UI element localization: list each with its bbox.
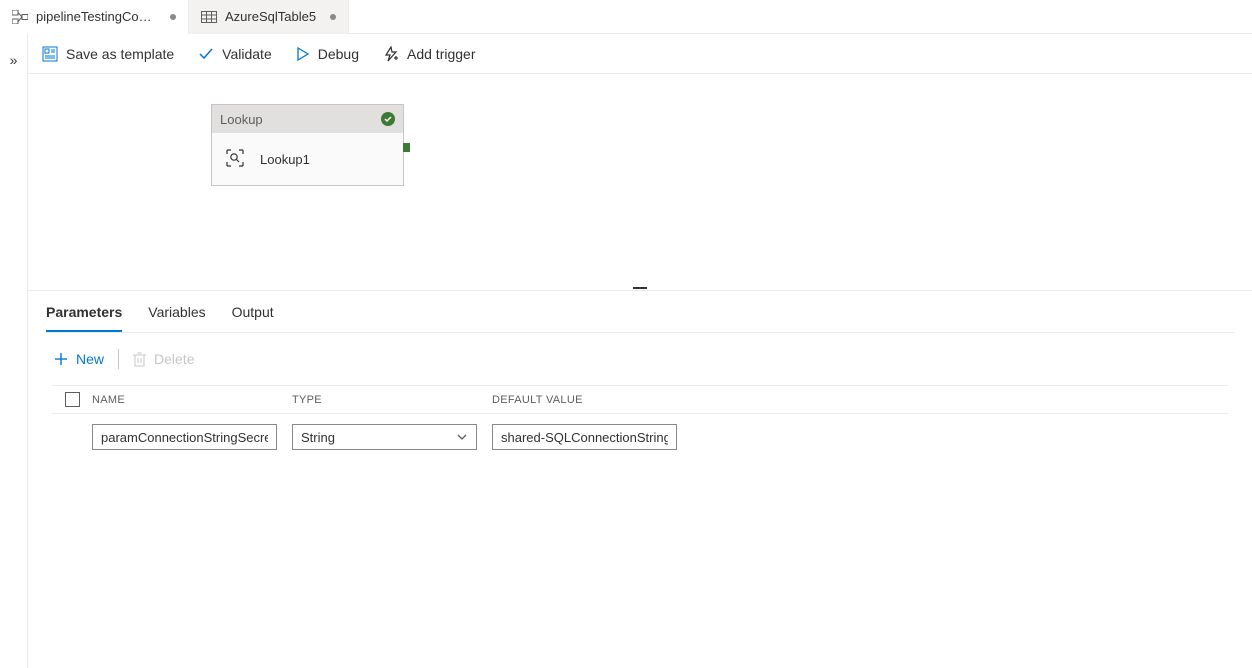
plus-icon <box>54 352 68 366</box>
lower-tabs: Parameters Variables Output <box>46 294 1234 333</box>
tab-output[interactable]: Output <box>232 304 274 332</box>
template-icon <box>42 46 58 62</box>
table-row: String <box>52 414 1228 460</box>
side-panel-toggle: » <box>0 34 28 668</box>
play-icon <box>296 46 310 62</box>
button-label: Validate <box>222 46 272 62</box>
editor-tabs: pipelineTestingCom… AzureSqlTable5 <box>0 0 1252 34</box>
tab-dataset[interactable]: AzureSqlTable5 <box>189 0 349 34</box>
validate-button[interactable]: Validate <box>198 46 272 62</box>
activity-header: Lookup <box>212 105 403 133</box>
col-header-type: TYPE <box>292 394 492 406</box>
trash-icon <box>133 352 146 367</box>
lower-panel: Parameters Variables Output New Delete <box>28 294 1252 668</box>
tab-variables[interactable]: Variables <box>148 304 205 332</box>
activity-body: Lookup1 <box>212 133 403 185</box>
expand-panel-icon[interactable]: » <box>10 52 18 68</box>
parameters-actions: New Delete <box>46 333 1234 385</box>
save-as-template-button[interactable]: Save as template <box>42 46 174 62</box>
col-header-name: NAME <box>92 394 292 406</box>
tab-title: AzureSqlTable5 <box>225 9 316 24</box>
table-icon <box>201 11 217 23</box>
select-all-checkbox[interactable] <box>65 392 80 407</box>
status-ok-icon <box>381 112 395 126</box>
pipeline-icon <box>12 10 28 24</box>
button-label: Save as template <box>66 46 174 62</box>
pipeline-canvas[interactable]: Lookup Lookup1 <box>28 74 1252 290</box>
col-header-default: DEFAULT VALUE <box>492 394 692 406</box>
param-default-input[interactable] <box>492 424 677 450</box>
table-header: NAME TYPE DEFAULT VALUE <box>52 385 1228 414</box>
tab-title: pipelineTestingCom… <box>36 9 156 24</box>
button-label: New <box>76 351 104 367</box>
check-icon <box>198 46 214 62</box>
select-value: String <box>301 430 335 445</box>
add-trigger-button[interactable]: Add trigger <box>383 46 475 62</box>
new-parameter-button[interactable]: New <box>54 351 104 367</box>
chevron-down-icon <box>456 431 468 443</box>
splitter-grip-icon <box>633 287 647 290</box>
panel-splitter[interactable] <box>28 290 1252 294</box>
debug-button[interactable]: Debug <box>296 46 359 62</box>
parameters-table: NAME TYPE DEFAULT VALUE String <box>46 385 1234 460</box>
button-label: Add trigger <box>407 46 475 62</box>
button-label: Debug <box>318 46 359 62</box>
activity-name-label: Lookup1 <box>260 152 310 167</box>
tab-pipeline[interactable]: pipelineTestingCom… <box>0 0 189 34</box>
divider <box>118 349 119 369</box>
lookup-activity[interactable]: Lookup Lookup1 <box>211 104 404 186</box>
delete-parameter-button: Delete <box>133 351 194 367</box>
main-area: » Save as template Validate Debug Add tr… <box>0 34 1252 668</box>
tab-parameters[interactable]: Parameters <box>46 304 122 332</box>
dirty-dot-icon <box>330 14 336 20</box>
lookup-icon <box>224 147 246 172</box>
content-area: Save as template Validate Debug Add trig… <box>28 34 1252 668</box>
param-name-input[interactable] <box>92 424 277 450</box>
activity-output-port[interactable] <box>403 143 410 152</box>
dirty-dot-icon <box>170 14 176 20</box>
button-label: Delete <box>154 351 194 367</box>
activity-type-label: Lookup <box>220 112 263 127</box>
param-type-select[interactable]: String <box>292 424 477 450</box>
lightning-icon <box>383 46 399 62</box>
pipeline-toolbar: Save as template Validate Debug Add trig… <box>28 34 1252 74</box>
